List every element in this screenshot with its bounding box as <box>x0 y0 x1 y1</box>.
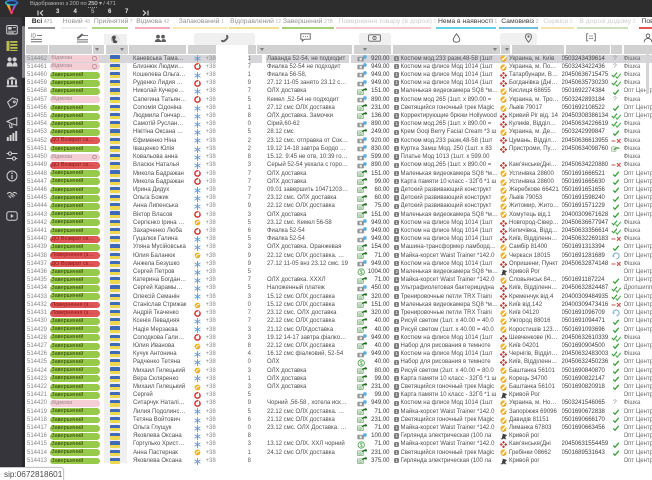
svg-text:ID: ID <box>31 33 36 39</box>
